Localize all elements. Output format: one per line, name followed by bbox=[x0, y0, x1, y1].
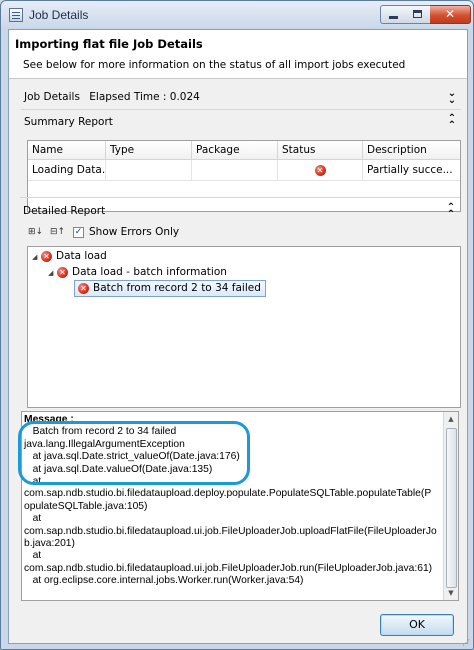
collapse-chevron-icon[interactable]: ⌃ ⌃ bbox=[445, 203, 455, 220]
summary-report-section[interactable]: Summary Report ⌃ ⌃ bbox=[24, 114, 456, 131]
message-title: Message : bbox=[24, 414, 74, 425]
summary-report-label: Summary Report bbox=[24, 116, 113, 128]
error-icon: ✕ bbox=[57, 266, 68, 278]
scrollbar-thumb[interactable] bbox=[446, 428, 457, 588]
detailed-report-toolbar: ⊞↓ ⊟↑ ✓ Show Errors Only bbox=[28, 226, 328, 242]
dialog-header: Importing flat file Job Details See belo… bbox=[9, 30, 467, 79]
tree-node-data-load[interactable]: ◢ ✕ Data load bbox=[32, 249, 107, 264]
minimize-button[interactable] bbox=[380, 5, 406, 24]
column-header-description[interactable]: Description bbox=[363, 141, 460, 159]
detailed-report-label: Detailed Report bbox=[23, 205, 106, 217]
message-scrollbar[interactable]: ▲ ▼ bbox=[443, 412, 458, 600]
message-line: at bbox=[24, 513, 42, 525]
collapse-chevron-icon[interactable]: ⌃ ⌃ bbox=[446, 114, 456, 131]
tree-node-label: Batch from record 2 to 34 failed bbox=[93, 282, 261, 294]
collapse-all-icon[interactable]: ⊟↑ bbox=[50, 227, 65, 237]
message-panel[interactable]: Message : Batch from record 2 to 34 fail… bbox=[21, 411, 459, 601]
resize-grip-icon[interactable]: ⋰ bbox=[462, 638, 471, 647]
job-details-label: Job Details bbox=[24, 91, 80, 103]
message-line: b.java:201) bbox=[24, 538, 75, 550]
column-header-type[interactable]: Type bbox=[106, 141, 192, 159]
message-line: at java.sql.Date.valueOf(Date.java:135) bbox=[24, 463, 213, 475]
ok-button[interactable]: OK bbox=[380, 614, 454, 636]
dialog-header-description: See below for more information on the st… bbox=[23, 59, 406, 71]
cell-type bbox=[106, 160, 192, 180]
column-header-package[interactable]: Package bbox=[192, 141, 278, 159]
show-errors-label[interactable]: Show Errors Only bbox=[89, 226, 179, 238]
minimize-icon bbox=[389, 16, 398, 19]
error-icon: ✕ bbox=[314, 164, 326, 176]
separator bbox=[20, 197, 460, 198]
message-line: Batch from record 2 to 34 failed bbox=[24, 426, 177, 438]
summary-table: Name Type Package Status Description Loa… bbox=[27, 140, 461, 212]
column-header-status[interactable]: Status bbox=[278, 141, 363, 159]
window-title: Job Details bbox=[29, 8, 89, 22]
message-line: com.sap.ndb.studio.bi.filedataupload.ui.… bbox=[24, 562, 433, 574]
message-text: Message : Batch from record 2 to 34 fail… bbox=[24, 414, 437, 588]
cell-package bbox=[192, 160, 278, 180]
dialog-header-title: Importing flat file Job Details bbox=[15, 37, 203, 51]
job-details-window: Job Details ✕ Importing flat file Job De… bbox=[0, 0, 474, 650]
tree-node-label: Data load - batch information bbox=[72, 266, 227, 278]
separator bbox=[21, 109, 461, 110]
job-details-section[interactable]: Job Details Elapsed Time : 0.024 ⌄ ⌄ bbox=[24, 89, 456, 106]
tree-expand-arrow-icon[interactable]: ◢ bbox=[32, 250, 41, 265]
message-line: at bbox=[24, 476, 42, 488]
tree-node-batch-information[interactable]: ◢ ✕ Data load - batch information bbox=[48, 265, 227, 280]
close-button[interactable]: ✕ bbox=[430, 5, 471, 24]
message-line: at bbox=[24, 550, 42, 562]
expand-all-icon[interactable]: ⊞↓ bbox=[28, 227, 43, 237]
message-line: com.sap.ndb.studio.bi.filedataupload.dep… bbox=[24, 488, 432, 500]
close-icon: ✕ bbox=[444, 7, 456, 21]
maximize-button[interactable] bbox=[405, 5, 431, 24]
cell-name: Loading Data... bbox=[28, 160, 106, 180]
table-row[interactable]: Loading Data... ✕ Partially succe... bbox=[28, 160, 460, 181]
detailed-report-tree: ◢ ✕ Data load ◢ ✕ Data load - batch informat… bbox=[27, 246, 461, 408]
tree-node-label: Data load bbox=[56, 250, 107, 262]
message-line: java.lang.IllegalArgumentException bbox=[24, 438, 185, 450]
detailed-report-section[interactable]: Detailed Report ⌃ ⌃ bbox=[23, 203, 455, 220]
cell-description: Partially succe... bbox=[367, 164, 453, 176]
title-bar[interactable]: Job Details ✕ bbox=[1, 1, 473, 29]
message-line: at org.eclipse.core.internal.jobs.Worker… bbox=[24, 575, 304, 587]
tree-node-batch-failed[interactable]: ✕ Batch from record 2 to 34 failed bbox=[74, 280, 266, 297]
expand-chevron-icon[interactable]: ⌄ ⌄ bbox=[446, 89, 456, 106]
tree-expand-arrow-icon[interactable]: ◢ bbox=[48, 266, 57, 281]
maximize-icon bbox=[413, 10, 422, 18]
error-icon: ✕ bbox=[78, 282, 89, 294]
scroll-up-arrow-icon[interactable]: ▲ bbox=[444, 412, 458, 426]
message-line: at java.sql.Date.strict_valueOf(Date.jav… bbox=[24, 451, 240, 463]
message-line: com.sap.ndb.studio.bi.filedataupload.ui.… bbox=[24, 525, 437, 537]
column-header-name[interactable]: Name bbox=[28, 141, 106, 159]
scroll-down-arrow-icon[interactable]: ▼ bbox=[444, 586, 458, 600]
message-line: opulateSQLTable.java:105) bbox=[24, 500, 148, 512]
cell-status: ✕ bbox=[278, 160, 363, 180]
window-app-icon bbox=[9, 8, 23, 22]
elapsed-time: Elapsed Time : 0.024 bbox=[89, 91, 200, 103]
error-icon: ✕ bbox=[41, 250, 52, 262]
summary-table-header: Name Type Package Status Description bbox=[28, 141, 460, 160]
show-errors-checkbox[interactable]: ✓ bbox=[73, 227, 84, 238]
